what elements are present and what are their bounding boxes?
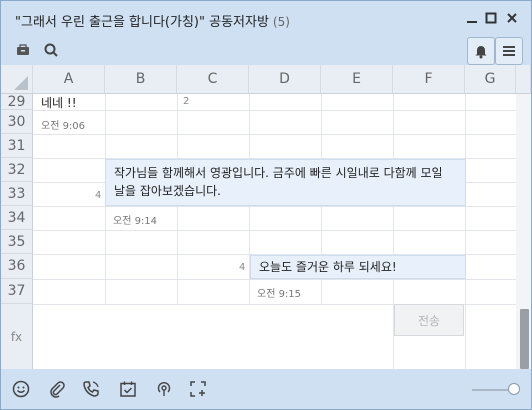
unread-count: 4: [239, 262, 246, 273]
drawer-icon[interactable]: [15, 42, 31, 58]
grid-line: [465, 94, 466, 369]
column-header-a[interactable]: A: [33, 65, 105, 94]
screen-capture-icon[interactable]: [189, 380, 207, 398]
emoji-icon[interactable]: [12, 380, 30, 398]
hamburger-icon: [503, 46, 515, 56]
column-header-d[interactable]: D: [249, 65, 321, 94]
message-text: 오늘도 즐거운 하루 되세요!: [259, 260, 397, 274]
spreadsheet-grid[interactable]: A B C D E F G 29 30 31 32 33 34 35 36 37: [1, 65, 531, 369]
grid-line: [33, 134, 516, 135]
message-time: 오전 9:14: [113, 216, 158, 227]
search-icon[interactable]: [43, 42, 59, 58]
message-text[interactable]: 네네 !!: [41, 94, 77, 111]
toolbar: [1, 37, 531, 65]
calendar-icon[interactable]: [119, 380, 137, 398]
bottom-toolbar: [1, 369, 531, 409]
unread-count: 2: [183, 96, 190, 107]
row-header-33[interactable]: 33: [1, 182, 33, 206]
message-input[interactable]: [34, 305, 392, 369]
grid-line: [33, 110, 516, 111]
row-header-30[interactable]: 30: [1, 110, 33, 134]
message-time: 오전 9:06: [41, 121, 86, 132]
font-size-slider-track[interactable]: [472, 389, 512, 391]
column-header-g[interactable]: G: [465, 65, 516, 94]
title-bar[interactable]: "그래서 우린 출근을 합니다(가칭)" 공동저자방 (5): [1, 1, 531, 37]
row-header-32[interactable]: 32: [1, 158, 33, 182]
minimize-icon[interactable]: [463, 9, 481, 27]
column-header-b[interactable]: B: [105, 65, 177, 94]
window-title: "그래서 우린 출근을 합니다(가칭)" 공동저자방 (5): [15, 11, 290, 30]
chat-window: "그래서 우린 출근을 합니다(가칭)" 공동저자방 (5) A B C D E…: [0, 0, 532, 410]
voice-call-icon[interactable]: [82, 380, 100, 398]
close-icon[interactable]: [503, 9, 521, 27]
font-size-slider-knob[interactable]: [508, 383, 520, 395]
live-talk-icon[interactable]: [155, 380, 173, 398]
maximize-icon[interactable]: [482, 9, 500, 27]
row-header-35[interactable]: 35: [1, 230, 33, 254]
row-header-36[interactable]: 36: [1, 254, 33, 279]
message-bubble[interactable]: 작가님들 함께해서 영광입니다. 금주에 빠른 시일내로 다함께 모일 날을 잡…: [105, 159, 466, 206]
row-header-31[interactable]: 31: [1, 134, 33, 158]
select-all-icon: [14, 76, 28, 90]
grid-line: [33, 230, 516, 231]
room-title: "그래서 우린 출근을 합니다(가칭)" 공동저자방: [15, 15, 269, 30]
row-header-37[interactable]: 37: [1, 279, 33, 304]
row-header-29[interactable]: 29: [1, 94, 33, 110]
message-time: 오전 9:15: [257, 289, 302, 300]
unread-count: 4: [95, 190, 102, 201]
message-bubble[interactable]: 오늘도 즐거운 하루 되세요!: [250, 255, 466, 279]
row-header-34[interactable]: 34: [1, 206, 33, 230]
send-button[interactable]: 전송: [394, 304, 464, 336]
scrollbar-thumb[interactable]: [520, 309, 529, 369]
member-count: (5): [272, 15, 290, 29]
grid-line: [33, 206, 516, 207]
bell-icon: [475, 46, 487, 59]
scrollbar-corner: [516, 65, 531, 94]
column-header-f[interactable]: F: [393, 65, 465, 94]
grid-line: [33, 279, 516, 280]
menu-button[interactable]: [495, 37, 523, 65]
formula-label: fx: [1, 304, 33, 369]
message-text: 작가님들 함께해서 영광입니다. 금주에 빠른 시일내로 다함께 모일 날을 잡…: [114, 166, 443, 198]
column-header-c[interactable]: C: [177, 65, 249, 94]
column-header-e[interactable]: E: [321, 65, 393, 94]
corner-cell[interactable]: [1, 65, 33, 94]
attachment-icon[interactable]: [48, 380, 66, 398]
notification-bell-button[interactable]: [467, 37, 495, 65]
